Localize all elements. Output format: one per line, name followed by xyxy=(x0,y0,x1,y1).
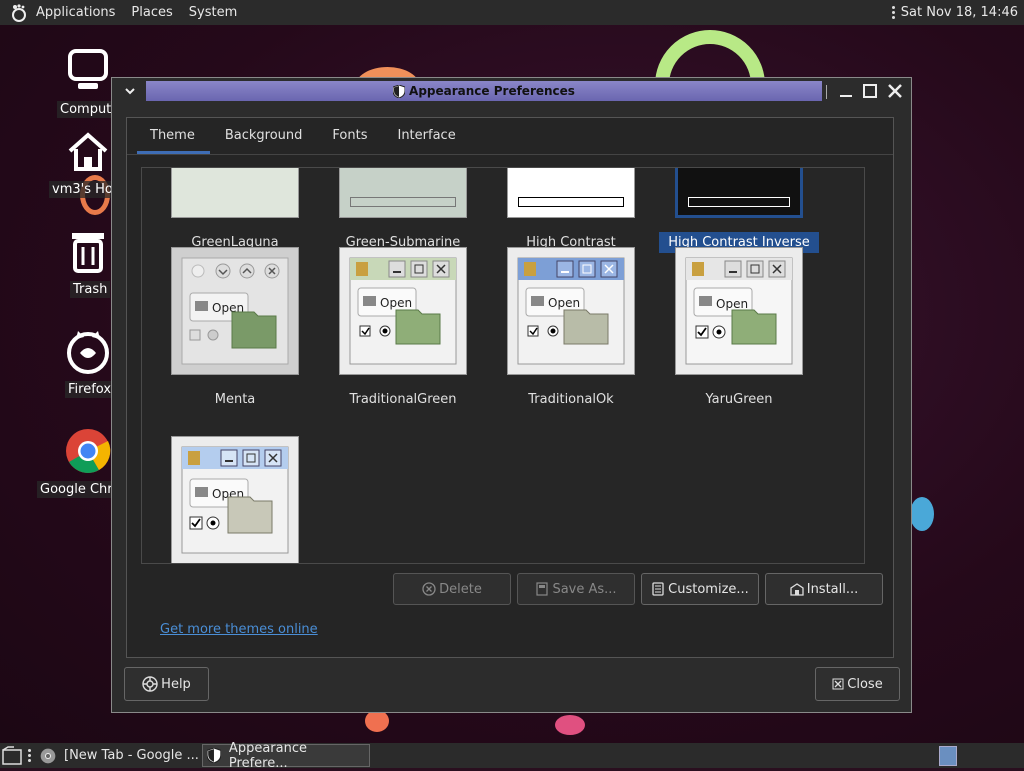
desktop-icon-trash[interactable]: Trash xyxy=(25,227,111,298)
desktop-icon-firefox[interactable]: Firefox xyxy=(25,327,115,398)
traditional-ok-preview-icon: Open xyxy=(517,257,625,365)
theme-item[interactable]: Green-Submarine xyxy=(323,168,483,253)
desktop-icon-label: Trash xyxy=(70,281,111,298)
customize-label: Customize... xyxy=(668,581,749,597)
tab-bar: Theme Background Fonts Interface xyxy=(127,118,471,154)
help-label: Help xyxy=(161,676,191,692)
title-bar[interactable]: Appearance Preferences xyxy=(112,78,911,104)
save-as-label: Save As... xyxy=(552,581,617,597)
delete-icon xyxy=(422,582,436,596)
tab-theme[interactable]: Theme xyxy=(127,118,210,154)
window-menu-chevron-icon[interactable] xyxy=(120,81,140,101)
theme-name: TraditionalOk xyxy=(528,392,614,407)
theme-thumbnail: Open xyxy=(675,247,803,375)
close-icon[interactable] xyxy=(885,81,905,101)
delete-button[interactable]: Delete xyxy=(393,573,511,605)
theme-thumbnail xyxy=(171,168,299,218)
trash-icon xyxy=(72,233,104,273)
window-title: Appearance Preferences xyxy=(409,84,575,98)
desktop-icon-chrome[interactable]: Google Chr xyxy=(25,427,116,498)
customize-button[interactable]: Customize... xyxy=(641,573,759,605)
theme-item[interactable]: High Contrast xyxy=(491,168,651,253)
shield-icon xyxy=(393,84,406,98)
help-icon xyxy=(142,676,158,692)
delete-label: Delete xyxy=(439,581,482,597)
home-icon xyxy=(68,132,108,171)
desktop-icon-computer[interactable]: Compute xyxy=(25,47,123,118)
taskbar-handle-icon xyxy=(28,749,31,762)
theme-name: Menta xyxy=(214,392,256,407)
theme-item[interactable]: Open TraditionalOk xyxy=(491,247,651,410)
tab-separator xyxy=(127,154,893,155)
save-icon xyxy=(536,582,549,596)
desktop-icon-label: Firefox xyxy=(65,381,115,398)
menu-places[interactable]: Places xyxy=(123,0,180,25)
menta-preview-icon: Open xyxy=(181,257,289,365)
taskbar: [New Tab - Google ... Appearance Prefere… xyxy=(0,741,1024,771)
theme-thumbnail: Open xyxy=(507,247,635,375)
chrome-icon xyxy=(66,429,111,473)
title-bar-separator xyxy=(826,85,827,99)
theme-thumbnail: Open xyxy=(171,247,299,375)
install-icon xyxy=(790,583,804,596)
theme-thumbnail: Open xyxy=(171,436,299,563)
clock[interactable]: Sat Nov 18, 14:46 xyxy=(901,5,1018,20)
computer-icon xyxy=(68,49,108,89)
save-as-button[interactable]: Save As... xyxy=(517,573,635,605)
theme-list[interactable]: GreenLaguna Green-Submarine High Contras… xyxy=(141,167,865,564)
thumb-open-text: Open xyxy=(548,296,580,310)
theme-item-selected[interactable]: High Contrast Inverse xyxy=(659,168,819,253)
thumb-open-text: Open xyxy=(716,297,748,311)
get-more-themes-link[interactable]: Get more themes online xyxy=(160,622,318,637)
yaru-green-preview-icon: Open xyxy=(685,257,793,365)
shield-icon xyxy=(207,748,221,763)
desktop-icon-label: Google Chr xyxy=(37,481,116,498)
theme-name: YaruGreen xyxy=(705,392,773,407)
desktop-icon-home[interactable]: vm3's Hor xyxy=(25,127,122,198)
help-button[interactable]: Help xyxy=(124,667,209,701)
minimize-icon[interactable] xyxy=(836,81,856,101)
install-button[interactable]: Install... xyxy=(765,573,883,605)
firefox-icon xyxy=(67,331,109,374)
theme-thumbnail: Open xyxy=(339,247,467,375)
workspace-switcher[interactable] xyxy=(939,746,957,766)
thumb-open-text: Open xyxy=(380,296,412,310)
tab-fonts[interactable]: Fonts xyxy=(317,118,382,154)
appearance-preferences-window: Appearance Preferences Theme Background … xyxy=(111,77,912,713)
theme-item[interactable]: Open xyxy=(155,436,315,563)
theme-preview-icon: Open xyxy=(181,446,289,554)
theme-thumbnail xyxy=(339,168,467,218)
top-panel: Applications Places System Sat Nov 18, 1… xyxy=(0,0,1024,25)
theme-name: TraditionalGreen xyxy=(349,392,457,407)
theme-item[interactable]: Open TraditionalGreen xyxy=(323,247,483,410)
tab-interface[interactable]: Interface xyxy=(382,118,470,154)
menu-applications[interactable]: Applications xyxy=(28,0,123,25)
close-label: Close xyxy=(847,676,883,692)
gnome-foot-icon[interactable] xyxy=(8,3,28,23)
task-label: [New Tab - Google ... xyxy=(64,748,199,763)
title-bar-gradient: Appearance Preferences xyxy=(146,81,822,101)
panel-menu-dots-icon[interactable] xyxy=(891,6,895,19)
preferences-content: Theme Background Fonts Interface GreenLa… xyxy=(126,117,894,658)
task-appearance-preferences[interactable]: Appearance Prefere... xyxy=(202,741,370,771)
maximize-icon[interactable] xyxy=(860,81,880,101)
theme-item[interactable]: Open YaruGreen xyxy=(659,247,819,410)
theme-thumbnail xyxy=(675,168,803,218)
chrome-icon xyxy=(40,748,56,763)
close-button[interactable]: Close xyxy=(815,667,900,701)
close-x-icon xyxy=(832,678,844,690)
customize-icon xyxy=(652,582,664,596)
tab-background[interactable]: Background xyxy=(210,118,318,154)
theme-thumbnail xyxy=(507,168,635,218)
traditional-green-preview-icon: Open xyxy=(349,257,457,365)
menu-system[interactable]: System xyxy=(181,0,245,25)
theme-item[interactable]: GreenLaguna xyxy=(155,168,315,253)
task-label: Appearance Prefere... xyxy=(228,740,307,771)
task-google-chrome[interactable]: [New Tab - Google ... xyxy=(38,744,200,767)
install-label: Install... xyxy=(806,581,859,597)
show-desktop-icon[interactable] xyxy=(2,746,22,766)
theme-item[interactable]: Open Menta xyxy=(155,247,315,410)
